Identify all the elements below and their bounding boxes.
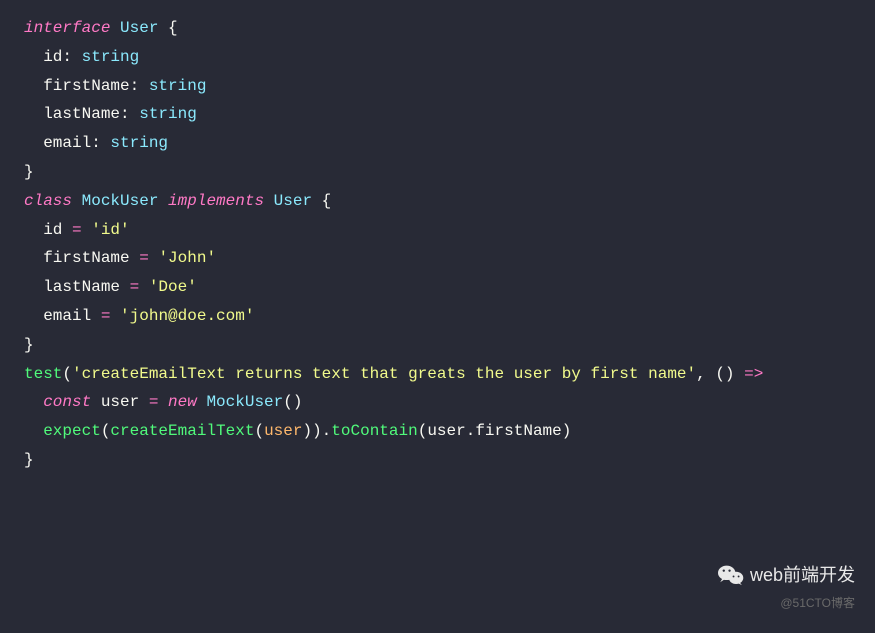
watermark: web前端开发 @51CTO博客 xyxy=(718,559,855,615)
prop-lastname: lastName xyxy=(43,105,120,123)
code-line: interface User { xyxy=(24,14,875,43)
var-user: user xyxy=(91,393,149,411)
type-string: string xyxy=(139,105,197,123)
func-test: test xyxy=(24,365,62,383)
func-createemailtext: createEmailText xyxy=(110,422,254,440)
brace-close: } xyxy=(24,336,34,354)
string-literal: 'createEmailText returns text that great… xyxy=(72,365,696,383)
code-line: id = 'id' xyxy=(24,216,875,245)
code-line: } xyxy=(24,446,875,475)
prop-email: email xyxy=(43,307,91,325)
type-mockuser: MockUser xyxy=(82,192,159,210)
string-literal: 'Doe' xyxy=(149,278,197,296)
arrow-func: => xyxy=(744,365,763,383)
func-expect: expect xyxy=(43,422,101,440)
code-line: class MockUser implements User { xyxy=(24,187,875,216)
code-line: email: string xyxy=(24,129,875,158)
keyword-class: class xyxy=(24,192,72,210)
code-line: lastName = 'Doe' xyxy=(24,273,875,302)
keyword-interface: interface xyxy=(24,19,110,37)
code-line: expect(createEmailText(user)).toContain(… xyxy=(24,417,875,446)
string-literal: 'john@doe.com' xyxy=(120,307,254,325)
type-string: string xyxy=(149,77,207,95)
keyword-implements: implements xyxy=(168,192,264,210)
method-tocontain: toContain xyxy=(331,422,417,440)
code-line: test('createEmailText returns text that … xyxy=(24,360,875,389)
code-line: firstName: string xyxy=(24,72,875,101)
prop-firstname: firstName xyxy=(43,249,129,267)
wechat-icon xyxy=(718,564,744,586)
keyword-new: new xyxy=(168,393,197,411)
prop-id: id xyxy=(43,48,62,66)
code-line: } xyxy=(24,158,875,187)
type-string: string xyxy=(82,48,140,66)
string-literal: 'John' xyxy=(158,249,216,267)
string-literal: 'id' xyxy=(91,221,129,239)
code-block: interface User { id: string firstName: s… xyxy=(24,14,875,475)
prop-lastname: lastName xyxy=(43,278,120,296)
code-line: email = 'john@doe.com' xyxy=(24,302,875,331)
prop-firstname: firstName xyxy=(475,422,561,440)
type-user: User xyxy=(120,19,158,37)
watermark-brand: web前端开发 xyxy=(718,559,855,591)
code-line: id: string xyxy=(24,43,875,72)
code-line: } xyxy=(24,331,875,360)
prop-id: id xyxy=(43,221,62,239)
code-line: firstName = 'John' xyxy=(24,244,875,273)
keyword-const: const xyxy=(43,393,91,411)
arg-user: user xyxy=(264,422,302,440)
type-string: string xyxy=(110,134,168,152)
watermark-text: web前端开发 xyxy=(750,559,855,591)
brace-close: } xyxy=(24,451,34,469)
code-line: lastName: string xyxy=(24,100,875,129)
code-line: const user = new MockUser() xyxy=(24,388,875,417)
prop-firstname: firstName xyxy=(43,77,129,95)
brace-close: } xyxy=(24,163,34,181)
watermark-attribution: @51CTO博客 xyxy=(780,593,855,615)
brace-open: { xyxy=(158,19,177,37)
prop-email: email xyxy=(43,134,91,152)
type-user: User xyxy=(274,192,312,210)
